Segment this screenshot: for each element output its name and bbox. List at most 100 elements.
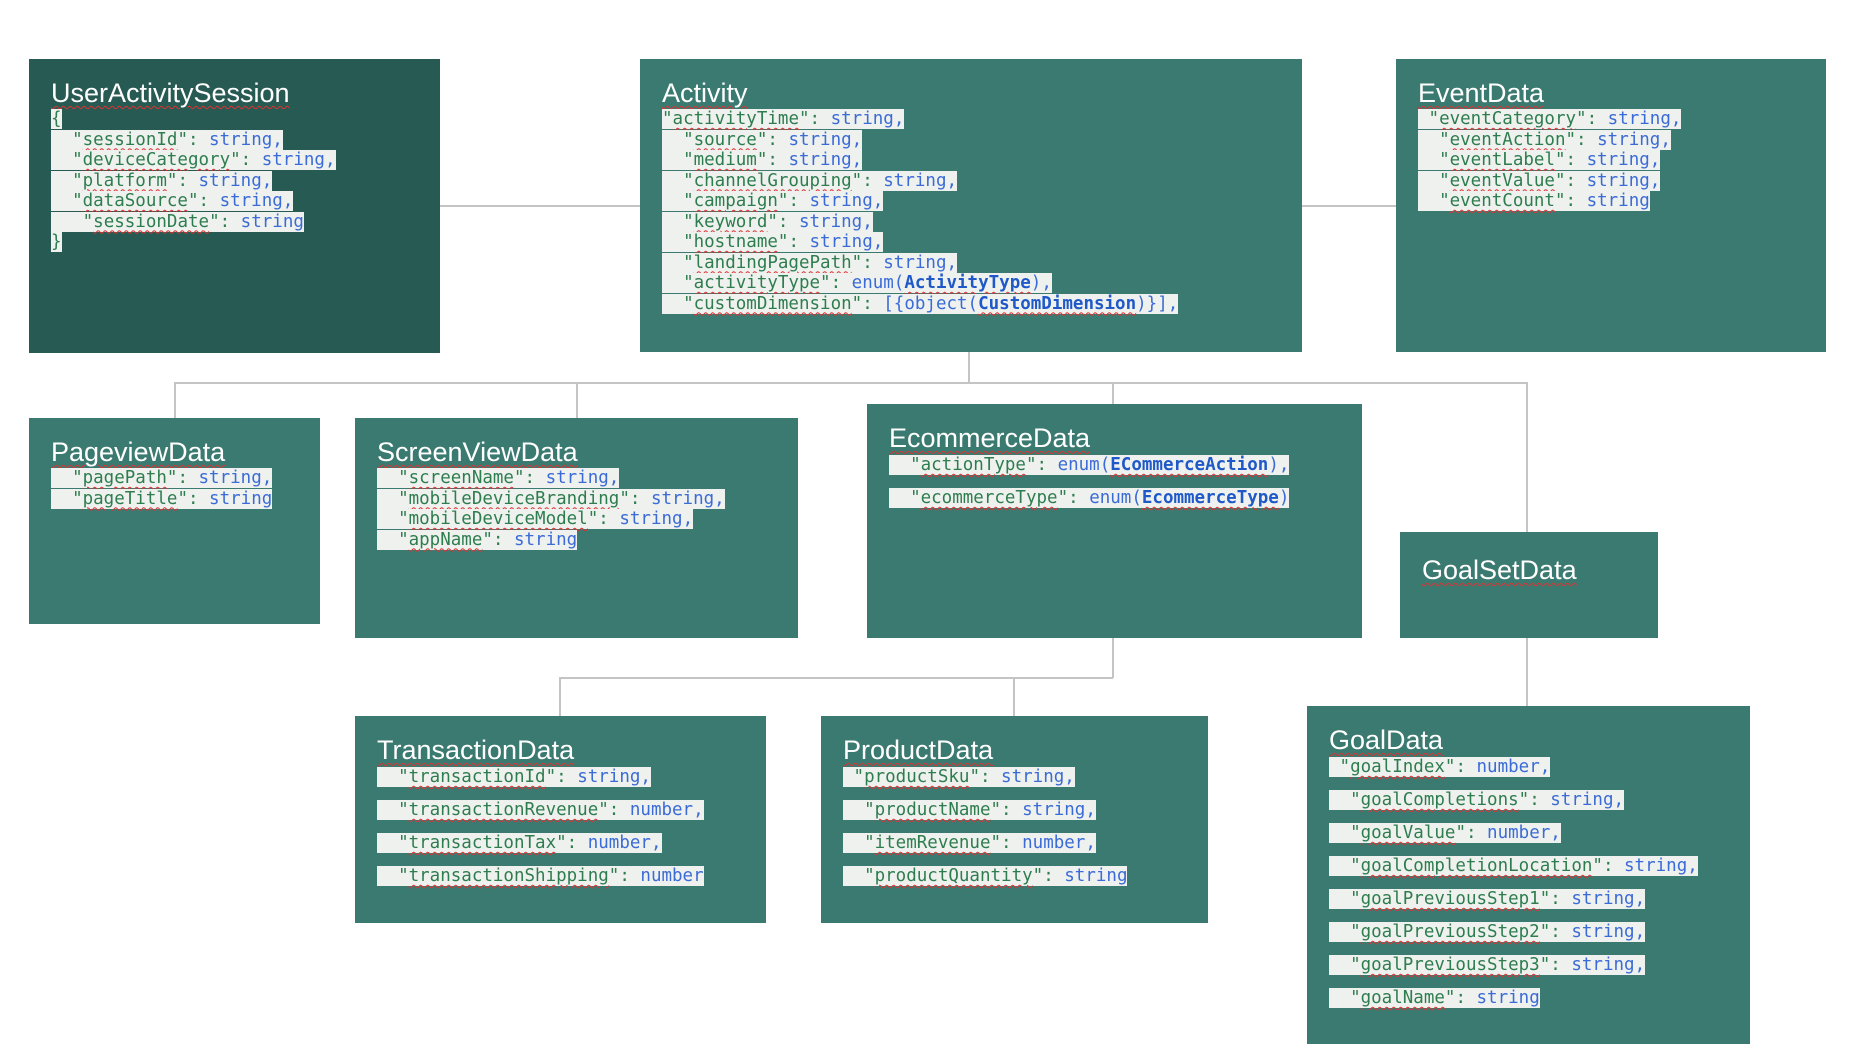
field-key: goalPreviousStep1 — [1360, 889, 1540, 909]
field-row: "goalCompletionLocation": string, — [1329, 855, 1750, 888]
field-list: "productSku": string, "productName": str… — [843, 766, 1208, 898]
field-indent: " — [843, 866, 875, 886]
field-indent: " — [662, 252, 694, 273]
field-highlight: "ecommerceType": enum(EcommerceType) — [889, 488, 1290, 508]
field-colon: ": — [587, 509, 620, 529]
field-separator: , — [946, 170, 958, 191]
field-row: "mobileDeviceModel": string, — [377, 509, 798, 530]
field-row: "platform": string, — [51, 170, 440, 192]
field-highlight: "platform": string, — [51, 170, 273, 191]
field-indent: " — [889, 488, 921, 508]
entity-title: GoalSetData — [1422, 555, 1577, 585]
field-highlight: "transactionRevenue": number, — [377, 800, 704, 820]
field-type: string — [577, 767, 641, 787]
field-indent: " — [1329, 922, 1361, 942]
field-list: "screenName": string, "mobileDeviceBrand… — [377, 468, 798, 550]
field-row: "productQuantity": string — [843, 865, 1208, 898]
field-row: "dataSource": string, — [51, 191, 440, 212]
field-highlight: "eventCategory": string, — [1418, 109, 1682, 129]
field-separator: , — [851, 150, 863, 170]
connector-activity-ecommerce-data — [969, 382, 1114, 404]
field-type-close: ) — [1278, 488, 1290, 508]
field-colon: ": — [851, 252, 884, 273]
field-colon: ": — [1455, 823, 1488, 843]
field-row: "goalName": string — [1329, 987, 1750, 1020]
field-colon: ": — [1025, 455, 1058, 475]
field-row: "eventAction": string, — [1418, 129, 1826, 151]
field-type: string — [209, 129, 273, 150]
field-highlight: "productName": string, — [843, 800, 1096, 820]
field-key: transactionRevenue — [408, 800, 599, 820]
field-indent: " — [1418, 109, 1440, 129]
field-highlight: "goalName": string — [1329, 988, 1540, 1008]
field-colon: ": — [1565, 129, 1598, 150]
field-key: goalCompletionLocation — [1360, 856, 1593, 876]
field-key: goalPreviousStep3 — [1360, 955, 1540, 975]
field-colon: ": — [777, 232, 810, 252]
field-row: "transactionTax": number, — [377, 832, 766, 865]
field-row: "source": string, — [662, 129, 1302, 151]
field-separator: , — [272, 129, 283, 150]
field-type: string — [513, 529, 578, 550]
field-indent: " — [377, 488, 409, 509]
field-key: customDimension — [693, 293, 852, 314]
field-indent: " — [843, 833, 875, 853]
field-type-close: )}] — [1136, 293, 1168, 314]
field-type: string — [788, 150, 852, 170]
field-key: goalPreviousStep2 — [1360, 922, 1540, 942]
field-row: "deviceCategory": string, — [51, 150, 440, 171]
field-row: "itemRevenue": number, — [843, 832, 1208, 865]
field-colon: ": — [177, 488, 210, 509]
field-highlight: "actionType": enum(ECommerceAction), — [889, 455, 1290, 475]
field-colon: ": — [166, 170, 199, 191]
field-separator: , — [261, 170, 273, 191]
field-list: "eventCategory": string, "eventAction": … — [1418, 109, 1826, 212]
field-indent: " — [1418, 191, 1450, 211]
field-colon: ": — [969, 767, 1002, 787]
field-list: "activityTime": string, "source": string… — [662, 109, 1302, 314]
field-type: string — [545, 468, 609, 488]
field-colon: ": — [1554, 170, 1587, 191]
field-type: string — [809, 191, 873, 211]
field-row: "productSku": string, — [843, 766, 1208, 799]
field-highlight: "eventCount": string — [1418, 191, 1650, 211]
field-indent: " — [843, 767, 865, 787]
field-indent: " — [843, 800, 875, 820]
field-type: number — [1487, 823, 1551, 843]
field-row: "channelGrouping": string, — [662, 170, 1302, 192]
field-indent: " — [1418, 170, 1450, 191]
field-row: "medium": string, — [662, 150, 1302, 171]
field-key: transactionTax — [408, 833, 557, 853]
field-indent: " — [51, 191, 83, 211]
field-separator: , — [1649, 150, 1661, 170]
field-row: "transactionRevenue": number, — [377, 799, 766, 832]
field-type: string — [883, 252, 947, 273]
field-indent: " — [662, 129, 694, 150]
field-row: "sessionDate": string — [51, 211, 440, 233]
field-indent: " — [1329, 823, 1361, 843]
field-key: transactionShipping — [408, 866, 609, 886]
field-key: hostname — [693, 232, 778, 252]
field-colon: ": — [1539, 889, 1572, 909]
field-type: string — [1586, 150, 1650, 170]
field-indent: " — [51, 170, 83, 191]
field-type: enum( — [1057, 455, 1111, 475]
field-key: goalValue — [1360, 823, 1456, 843]
field-highlight: "goalCompletions": string, — [1329, 790, 1625, 810]
field-highlight: "hostname": string, — [662, 232, 884, 252]
field-highlight: "goalPreviousStep1": string, — [1329, 889, 1646, 909]
field-key: pagePath — [82, 468, 167, 488]
field-colon: ": — [1057, 488, 1090, 508]
entity-title: PageviewData — [51, 437, 226, 467]
field-type: number — [1022, 833, 1086, 853]
open-brace: { — [51, 109, 440, 130]
field-colon: ": — [177, 129, 210, 150]
field-colon: ": — [851, 170, 884, 191]
field-row: "transactionShipping": number — [377, 865, 766, 898]
field-row: "eventLabel": string, — [1418, 150, 1826, 171]
field-highlight: "goalIndex": number, — [1329, 757, 1551, 777]
field-highlight: "landingPagePath": string, — [662, 252, 958, 273]
field-key: eventAction — [1449, 129, 1566, 150]
field-colon: ": — [990, 833, 1023, 853]
field-type: string — [619, 509, 683, 529]
